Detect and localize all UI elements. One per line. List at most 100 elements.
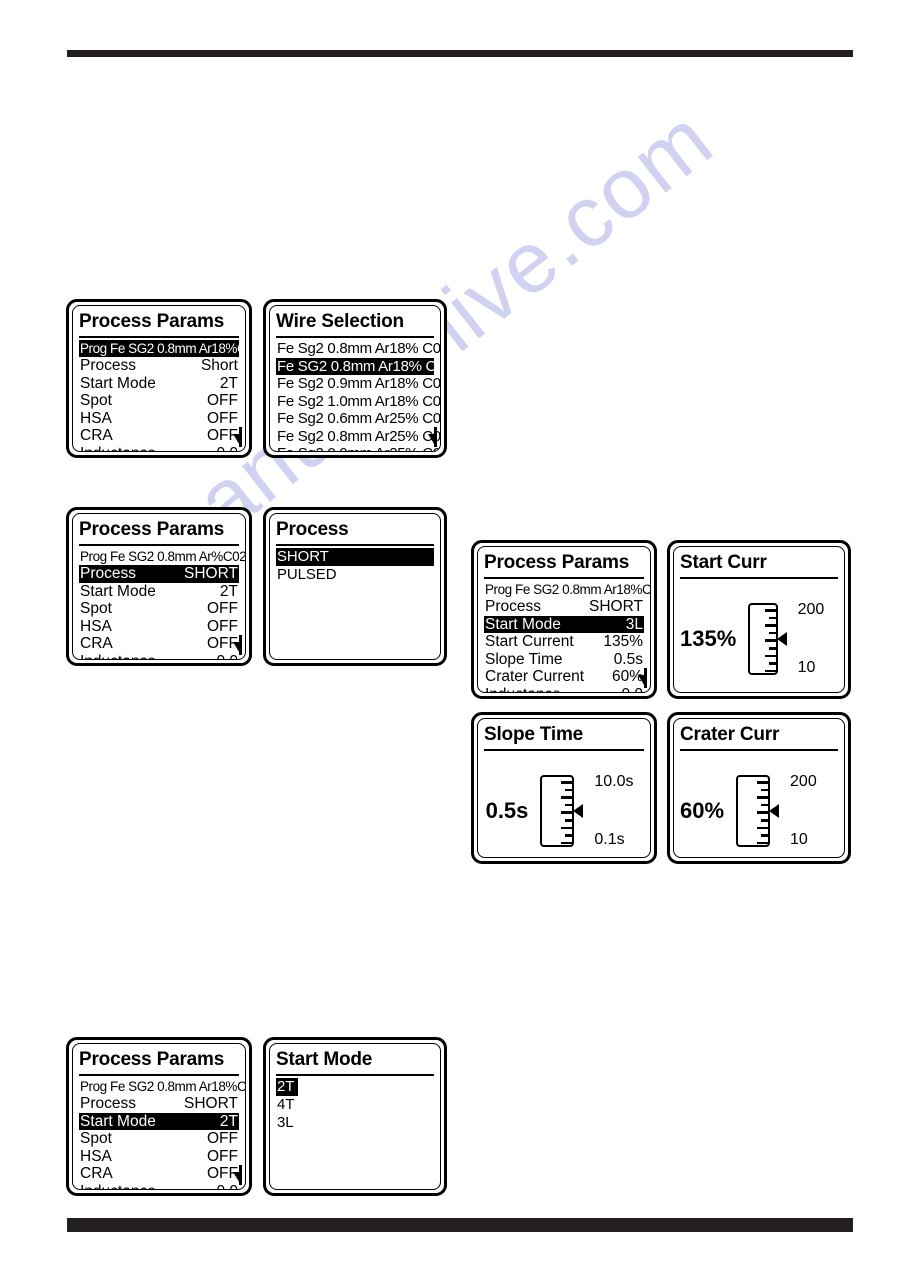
param-row[interactable]: Process SHORT xyxy=(484,598,644,616)
list-item[interactable]: SHORT xyxy=(276,548,434,566)
param-row[interactable]: Start Current 135% xyxy=(484,633,644,651)
gauge-pointer-icon xyxy=(769,804,780,818)
list-item[interactable]: 3L xyxy=(276,1114,434,1132)
param-label: HSA xyxy=(80,409,112,427)
program-row[interactable]: Prog Fe SG2 0.8mm Ar18%C02 xyxy=(79,340,245,357)
gauge-min-label: 0.1s xyxy=(594,831,625,848)
param-row[interactable]: CRA OFF xyxy=(79,1165,239,1183)
param-row[interactable]: Crater Current 60% xyxy=(484,668,644,686)
param-label: Inductance xyxy=(485,686,561,693)
param-row[interactable]: Start Mode 2T xyxy=(79,375,239,393)
param-label: HSA xyxy=(80,617,112,635)
panel-start-curr: Start Curr 135% 200 10 xyxy=(667,540,851,699)
param-value: OFF xyxy=(207,600,238,617)
param-value: SHORT xyxy=(184,1095,238,1112)
param-label: Process xyxy=(485,598,541,615)
scroll-down-arrow-icon[interactable] xyxy=(233,1165,242,1185)
header-rule xyxy=(67,50,853,57)
start-mode-option-list: 2T 4T 3L xyxy=(276,1078,434,1131)
param-label: Crater Current xyxy=(485,668,585,685)
param-label: Spot xyxy=(80,600,112,617)
list-item[interactable]: 2T xyxy=(276,1078,299,1096)
param-list: Prog Fe SG2 0.8mm Ar18%C02 Process Short St… xyxy=(79,340,245,452)
param-list: Prog Fe SG2 0.8mm Ar18%C02 Process SHORT St… xyxy=(484,581,650,693)
param-row[interactable]: CRA OFF xyxy=(79,635,239,653)
gauge-track[interactable] xyxy=(748,603,787,675)
list-item[interactable]: Fe Sg2 0.8mm Ar25% C02 xyxy=(276,428,440,446)
program-row[interactable]: Prog Fe SG2 0.8mm Ar18%C02 xyxy=(484,581,650,598)
param-row[interactable]: Spot OFF xyxy=(79,600,239,618)
list-item[interactable]: PULSED xyxy=(276,566,434,584)
program-row[interactable]: Prog Fe SG2 0.8mm Ar%C02 xyxy=(79,548,245,565)
panel-title: Wire Selection xyxy=(276,310,434,338)
param-row[interactable]: HSA OFF xyxy=(79,410,239,428)
gauge-widget[interactable]: 60% 200 10 xyxy=(680,773,838,848)
list-item[interactable]: Fe SG2 0.8mm Ar18% C02 xyxy=(276,357,440,375)
gauge-widget[interactable]: 0.5s 10.0s 0.1s xyxy=(484,773,644,848)
scroll-down-arrow-icon[interactable] xyxy=(638,668,647,688)
param-label: CRA xyxy=(80,1165,113,1182)
list-item-wrap: 2T xyxy=(276,1078,434,1096)
param-row[interactable]: Inductance0.0 xyxy=(79,653,239,660)
panel-title: Process Params xyxy=(484,551,644,579)
param-value: OFF xyxy=(207,617,238,635)
program-row[interactable]: Prog Fe SG2 0.8mm Ar18%C02 xyxy=(79,1078,245,1095)
param-value: 135% xyxy=(603,633,643,650)
param-row[interactable]: Process SHORT xyxy=(79,565,239,583)
panel-process-params-start-mode: Process Params Prog Fe SG2 0.8mm Ar18%C0… xyxy=(66,1037,252,1196)
panel-crater-curr: Crater Curr 60% 200 10 xyxy=(667,712,851,864)
param-row[interactable]: Start Mode 2T xyxy=(79,1112,239,1130)
param-label: Start Mode xyxy=(485,615,561,633)
gauge-range-labels: 200 10 xyxy=(790,773,838,848)
param-label: Prog Fe SG2 0.8mm Ar%C02 xyxy=(80,549,246,564)
gauge-current-value: 60% xyxy=(680,798,725,823)
list-item[interactable]: Fe Sg2 0.6mm Ar25% C02 xyxy=(276,410,440,428)
param-row[interactable]: HSA OFF xyxy=(79,1148,239,1166)
param-row[interactable]: Process SHORT xyxy=(79,1095,239,1113)
process-option-list: SHORT PULSED xyxy=(276,548,434,583)
gauge-max-label: 10.0s xyxy=(594,773,634,790)
param-value: 2T xyxy=(219,374,238,392)
param-row[interactable]: Spot OFF xyxy=(79,392,239,410)
gauge-widget[interactable]: 135% 200 10 xyxy=(680,601,838,676)
param-row[interactable]: Start Mode 3L xyxy=(484,615,644,633)
param-label: Slope Time xyxy=(485,650,563,668)
gauge-track[interactable] xyxy=(540,775,584,847)
list-item[interactable]: Fe Sg2 0.9mm Ar25% C02 xyxy=(276,445,440,451)
panel-wire-selection: Wire Selection Fe Sg2 0.8mm Ar18% C02 Fe … xyxy=(263,299,447,458)
list-item[interactable]: Fe Sg2 0.8mm Ar18% C02 xyxy=(276,340,440,358)
param-row[interactable]: Spot OFF xyxy=(79,1130,239,1148)
panel-process-params-process: Process Params Prog Fe SG2 0.8mm Ar%C02 P… xyxy=(66,507,252,666)
param-label: Spot xyxy=(80,1130,112,1147)
param-value: OFF xyxy=(207,1130,238,1147)
gauge-track[interactable] xyxy=(736,775,780,847)
param-label: Process xyxy=(80,565,136,582)
panel-title: Start Mode xyxy=(276,1048,434,1076)
param-row[interactable]: Start Mode 2T xyxy=(79,583,239,601)
param-row[interactable]: Inductance0.0 xyxy=(484,686,644,693)
param-label: Start Mode xyxy=(80,1112,156,1130)
scroll-down-arrow-icon[interactable] xyxy=(233,635,242,655)
panel-title: Slope Time xyxy=(484,723,644,751)
gauge-current-value: 135% xyxy=(680,626,737,651)
param-row[interactable]: CRA OFF xyxy=(79,427,239,445)
param-value: Short xyxy=(200,357,238,374)
param-value: 0.5s xyxy=(613,650,643,668)
scroll-down-arrow-icon[interactable] xyxy=(233,427,242,447)
param-row[interactable]: Slope Time 0.5s xyxy=(484,651,644,669)
param-row[interactable]: Process Short xyxy=(79,357,239,375)
param-row[interactable]: Inductance0.0 xyxy=(79,445,239,452)
param-value: OFF xyxy=(207,1147,238,1165)
param-row[interactable]: Inductance0.0 xyxy=(79,1183,239,1190)
list-item[interactable]: Fe Sg2 0.9mm Ar18% C02 xyxy=(276,375,440,393)
param-label: Spot xyxy=(80,392,112,409)
param-row[interactable]: HSA OFF xyxy=(79,618,239,636)
param-value: SHORT xyxy=(589,598,643,615)
param-value: OFF xyxy=(207,392,238,409)
wire-option-list: Fe Sg2 0.8mm Ar18% C02 Fe SG2 0.8mm Ar18%… xyxy=(276,340,440,451)
scroll-down-arrow-icon[interactable] xyxy=(428,427,437,447)
list-item[interactable]: Fe Sg2 1.0mm Ar18% C02 xyxy=(276,393,440,411)
param-list: Prog Fe SG2 0.8mm Ar%C02 Process SHORT Star… xyxy=(79,548,245,660)
list-item[interactable]: 4T xyxy=(276,1096,434,1114)
gauge-ticks xyxy=(754,777,769,845)
